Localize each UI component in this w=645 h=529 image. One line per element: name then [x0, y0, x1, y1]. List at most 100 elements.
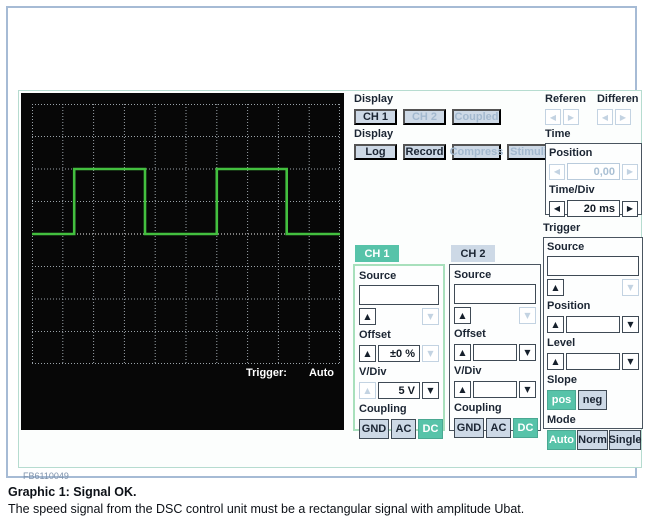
ch2-vdiv-up-arrow-icon[interactable]: ▲	[454, 381, 471, 398]
ch2-ac-button[interactable]: AC	[486, 418, 511, 438]
record-button[interactable]: Record	[403, 144, 446, 160]
trigger-source-up-arrow-icon[interactable]: ▲	[547, 279, 564, 296]
trigger-position-up-arrow-icon[interactable]: ▲	[547, 316, 564, 333]
oscilloscope-panel: Trigger: Auto Display CH 1 CH 2 Coupled …	[18, 90, 642, 468]
referen-block: Referen ◀ ▶	[545, 93, 586, 125]
ch1-offset-down-arrow-icon[interactable]: ▼	[422, 345, 439, 362]
referen-label: Referen	[545, 93, 586, 106]
time-position-field[interactable]: 0,00	[567, 163, 620, 180]
trigger-source-input[interactable]	[547, 256, 639, 276]
ch1-offset-label: Offset	[359, 329, 439, 342]
differen-block: Differen ◀ ▶	[597, 93, 639, 125]
display-modes-group: Display Log Record Compress Stimuli	[354, 128, 550, 160]
ch1-display-button[interactable]: CH 1	[354, 109, 397, 125]
ch2-source-label: Source	[454, 269, 536, 282]
ch2-offset-label: Offset	[454, 328, 536, 341]
trigger-level-field[interactable]	[566, 353, 620, 370]
trigger-level-row: ▲ ▼	[547, 353, 639, 370]
tab-ch2[interactable]: CH 2	[451, 245, 495, 262]
ch2-offset-up-arrow-icon[interactable]: ▲	[454, 344, 471, 361]
ch1-offset-row: ▲ ±0 % ▼	[359, 345, 439, 362]
ch2-vdiv-label: V/Div	[454, 365, 536, 378]
coupled-display-button[interactable]: Coupled	[452, 109, 501, 125]
ch2-vdiv-down-arrow-icon[interactable]: ▼	[519, 381, 536, 398]
time-position-right-arrow-icon[interactable]: ▶	[622, 164, 638, 180]
ch1-vdiv-down-arrow-icon[interactable]: ▼	[422, 382, 439, 399]
ch2-source-spin-row: ▲ ▼	[454, 307, 536, 324]
differen-arrows: ◀ ▶	[597, 109, 639, 125]
ch1-vdiv-up-arrow-icon[interactable]: ▲	[359, 382, 376, 399]
ch1-offset-up-arrow-icon[interactable]: ▲	[359, 345, 376, 362]
differen-left-arrow-icon[interactable]: ◀	[597, 109, 613, 125]
time-position-label: Position	[549, 147, 638, 160]
ch2-offset-row: ▲ ▼	[454, 344, 536, 361]
time-box: Position ◀ 0,00 ▶ Time/Div ◀ 20 ms ▶	[545, 143, 642, 215]
timediv-left-arrow-icon[interactable]: ◀	[549, 201, 565, 217]
time-label: Time	[545, 128, 642, 141]
ch1-source-spin-row: ▲ ▼	[359, 308, 439, 325]
trigger-status-label: Trigger:	[246, 367, 287, 379]
ch2-display-button[interactable]: CH 2	[403, 109, 446, 125]
ch1-ac-button[interactable]: AC	[391, 419, 416, 439]
differen-right-arrow-icon[interactable]: ▶	[615, 109, 631, 125]
ch2-coupling-row: GND AC DC	[454, 418, 536, 438]
trigger-status-value: Auto	[309, 367, 334, 379]
ch1-vdiv-field[interactable]: 5 V	[378, 382, 420, 399]
trigger-source-down-arrow-icon[interactable]: ▼	[622, 279, 639, 296]
trigger-source-spin-row: ▲ ▼	[547, 279, 639, 296]
tab-ch1[interactable]: CH 1	[355, 245, 399, 262]
display-channels-row: CH 1 CH 2 Coupled	[354, 109, 501, 125]
figure-code: FB6110049	[23, 471, 69, 481]
ch1-dc-button[interactable]: DC	[418, 419, 443, 439]
ch1-vdiv-row: ▲ 5 V ▼	[359, 382, 439, 399]
figure-frame: Trigger: Auto Display CH 1 CH 2 Coupled …	[6, 6, 637, 478]
differen-label: Differen	[597, 93, 639, 106]
timediv-right-arrow-icon[interactable]: ▶	[622, 201, 638, 217]
ch1-panel: Source ▲ ▼ Offset ▲ ±0 % ▼ V/Div ▲ 5 V ▼	[353, 264, 445, 431]
trigger-level-up-arrow-icon[interactable]: ▲	[547, 353, 564, 370]
mode-single-button[interactable]: Single	[609, 430, 641, 450]
stimuli-button[interactable]: Stimuli	[507, 144, 550, 160]
caption: Graphic 1: Signal OK. The speed signal f…	[8, 485, 524, 516]
trigger-source-label: Source	[547, 241, 639, 254]
ch1-gnd-button[interactable]: GND	[359, 419, 389, 439]
compress-button[interactable]: Compress	[452, 144, 501, 160]
referen-arrows: ◀ ▶	[545, 109, 586, 125]
ch2-gnd-button[interactable]: GND	[454, 418, 484, 438]
referen-left-arrow-icon[interactable]: ◀	[545, 109, 561, 125]
trigger-status: Trigger: Auto	[246, 367, 334, 379]
ch1-source-input[interactable]	[359, 285, 439, 305]
ch2-offset-field[interactable]	[473, 344, 517, 361]
ch2-offset-down-arrow-icon[interactable]: ▼	[519, 344, 536, 361]
timediv-field[interactable]: 20 ms	[567, 200, 620, 217]
ch1-source-up-arrow-icon[interactable]: ▲	[359, 308, 376, 325]
ch2-source-input[interactable]	[454, 284, 536, 304]
trigger-box: Source ▲ ▼ Position ▲ ▼ Level ▲	[543, 237, 643, 429]
time-position-left-arrow-icon[interactable]: ◀	[549, 164, 565, 180]
referen-right-arrow-icon[interactable]: ▶	[563, 109, 579, 125]
ch2-source-up-arrow-icon[interactable]: ▲	[454, 307, 471, 324]
slope-neg-button[interactable]: neg	[578, 390, 607, 410]
mode-norm-button[interactable]: Norm	[577, 430, 608, 450]
trigger-position-down-arrow-icon[interactable]: ▼	[622, 316, 639, 333]
caption-body: The speed signal from the DSC control un…	[8, 502, 524, 516]
trigger-position-field[interactable]	[566, 316, 620, 333]
ch2-coupling-label: Coupling	[454, 402, 536, 415]
ch1-vdiv-label: V/Div	[359, 366, 439, 379]
trigger-level-down-arrow-icon[interactable]: ▼	[622, 353, 639, 370]
display-channels-label: Display	[354, 93, 501, 106]
ch2-panel: Source ▲ ▼ Offset ▲ ▼ V/Div ▲ ▼	[449, 264, 541, 431]
ch1-source-down-arrow-icon[interactable]: ▼	[422, 308, 439, 325]
slope-pos-button[interactable]: pos	[547, 390, 576, 410]
ch1-offset-field[interactable]: ±0 %	[378, 345, 420, 362]
mode-auto-button[interactable]: Auto	[547, 430, 576, 450]
time-position-row: ◀ 0,00 ▶	[549, 163, 638, 180]
log-button[interactable]: Log	[354, 144, 397, 160]
time-group: Time Position ◀ 0,00 ▶ Time/Div ◀ 20 ms …	[545, 128, 642, 215]
ch2-vdiv-field[interactable]	[473, 381, 517, 398]
ch2-dc-button[interactable]: DC	[513, 418, 538, 438]
trigger-slope-label: Slope	[547, 374, 639, 387]
display-modes-label: Display	[354, 128, 550, 141]
ch2-source-down-arrow-icon[interactable]: ▼	[519, 307, 536, 324]
scope-screen: Trigger: Auto	[21, 93, 344, 430]
